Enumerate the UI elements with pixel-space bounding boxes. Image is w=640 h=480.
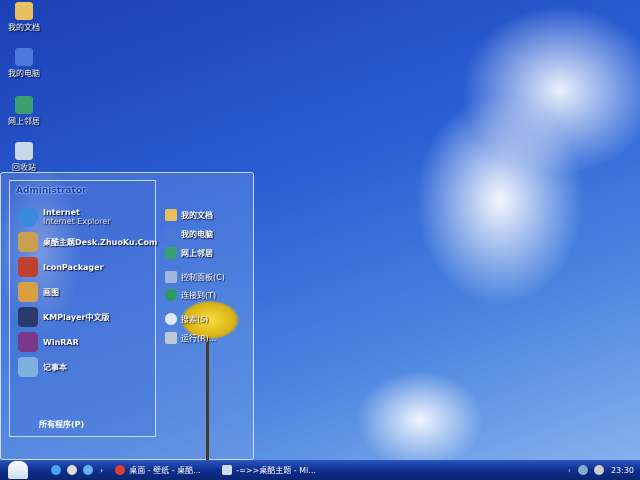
taskbar: › 桌面 - 壁纸 - 桌酷... -=>>桌酷主题 - Mi... ‹ 23:… [0, 460, 640, 480]
desktop-icon-my-computer[interactable]: 我的电脑 [2, 48, 46, 79]
zhuoku-icon [18, 232, 38, 252]
menu-network[interactable]: 网上邻居 [165, 247, 213, 259]
menu-connect-to[interactable]: 连接到(T) [165, 289, 216, 301]
computer-icon [15, 48, 33, 66]
paint-icon [18, 282, 38, 302]
user-name: Administrator [16, 186, 87, 196]
program-zhuoku[interactable]: 桌酷主题Desk.ZhuoKu.Com [18, 232, 157, 252]
computer-icon [165, 228, 177, 240]
taskbar-task-word[interactable]: -=>>桌酷主题 - Mi... [222, 465, 317, 476]
explorer-icon[interactable] [83, 465, 93, 475]
clock[interactable]: 23:30 [611, 466, 634, 475]
chrome-icon [115, 465, 126, 475]
control-panel-icon [165, 271, 177, 283]
run-icon [165, 332, 177, 344]
program-iconpackager[interactable]: IconPackager [18, 257, 104, 277]
menu-search[interactable]: 搜索(S) [165, 313, 208, 325]
menu-my-computer[interactable]: 我的电脑 [165, 228, 213, 240]
program-notepad[interactable]: 记事本 [18, 357, 67, 377]
desktop-icon-recycle-bin[interactable]: 回收站 [2, 142, 46, 173]
network-icon [165, 247, 177, 259]
tray-network-icon[interactable] [577, 465, 588, 475]
program-paint[interactable]: 画图 [18, 282, 59, 302]
program-internet-explorer[interactable]: Internet Internet Explorer [18, 207, 111, 227]
folder-icon [15, 2, 33, 20]
menu-control-panel[interactable]: 控制面板(C) [165, 271, 225, 283]
quick-launch: › [48, 465, 103, 475]
network-icon [15, 96, 33, 114]
menu-run[interactable]: 运行(R)... [165, 332, 216, 344]
globe-icon[interactable] [67, 465, 77, 475]
folder-icon [165, 209, 177, 221]
menu-my-documents[interactable]: 我的文档 [165, 209, 213, 221]
tray-volume-icon[interactable] [593, 465, 604, 475]
tray-chevron-icon[interactable]: ‹ [568, 466, 571, 475]
chevron-right-icon[interactable]: › [100, 466, 103, 475]
recycle-bin-icon [15, 142, 33, 160]
word-icon [222, 465, 233, 475]
kmplayer-icon [18, 307, 38, 327]
search-icon [165, 313, 177, 325]
connect-icon [165, 289, 177, 301]
desktop-icon-network[interactable]: 网上邻居 [2, 96, 46, 127]
iconpackager-icon [18, 257, 38, 277]
system-tray: ‹ 23:30 [562, 460, 640, 480]
ie-icon[interactable] [51, 465, 61, 475]
taskbar-task-chrome[interactable]: 桌面 - 壁纸 - 桌酷... [115, 465, 210, 476]
internet-explorer-icon [18, 207, 38, 227]
program-winrar[interactable]: WinRAR [18, 332, 79, 352]
winrar-icon [18, 332, 38, 352]
start-button[interactable] [8, 461, 28, 479]
notepad-icon [18, 357, 38, 377]
desktop-icon-my-documents[interactable]: 我的文档 [2, 2, 46, 33]
program-kmplayer[interactable]: KMPlayer中文版 [18, 307, 110, 327]
